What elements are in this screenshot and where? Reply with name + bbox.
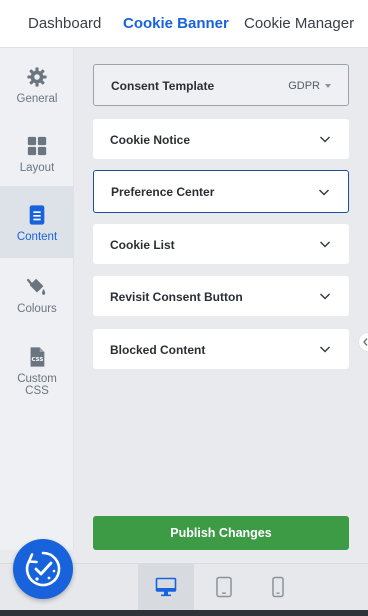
document-icon [29,205,45,225]
tab-cookie-banner[interactable]: Cookie Banner [123,15,229,32]
settings-sidebar: General Layout Content Colours CSS Custo… [0,48,74,550]
consent-template-select[interactable]: Consent Template GDPR [93,64,349,106]
window-bottom-edge [0,610,368,616]
consent-revisit-fab[interactable] [13,539,73,599]
accordion-label: Cookie List [110,238,175,252]
mobile-icon [272,576,284,598]
consent-check-icon [25,551,61,587]
css-file-icon: CSS [30,347,45,367]
chevron-down-icon [319,241,331,248]
tablet-icon [216,576,232,598]
accordion-label: Revisit Consent Button [110,290,243,304]
sidebar-item-layout[interactable]: Layout [0,135,74,174]
publish-changes-button[interactable]: Publish Changes [93,516,349,550]
consent-template-label: Consent Template [111,79,215,93]
sidebar-item-general[interactable]: General [0,66,74,105]
sidebar-item-colours[interactable]: Colours [0,276,74,315]
sidebar-item-content[interactable]: Content [0,186,74,258]
gear-icon [27,67,47,87]
sidebar-item-custom-css[interactable]: CSS Custom CSS [0,346,74,397]
accordion-preference-center[interactable]: Preference Center [93,170,349,213]
accordion-cookie-list[interactable]: Cookie List [93,224,349,264]
accordion-blocked-content[interactable]: Blocked Content [93,329,349,369]
tab-dashboard[interactable]: Dashboard [28,15,101,32]
chevron-down-icon [319,293,331,300]
tab-cookie-manager[interactable]: Cookie Manager [244,15,354,32]
top-navigation: Dashboard Cookie Banner Cookie Manager [0,0,368,48]
paint-bucket-icon [26,278,46,295]
sidebar-item-label: Layout [19,162,55,174]
svg-text:CSS: CSS [32,357,44,363]
accordion-revisit-consent-button[interactable]: Revisit Consent Button [93,276,349,316]
mobile-preview-button[interactable] [250,564,306,610]
desktop-preview-button[interactable] [138,564,194,610]
accordion-label: Preference Center [111,185,215,199]
layout-grid-icon [27,136,47,156]
chevron-left-icon [363,338,368,346]
consent-template-value: GDPR [288,80,320,92]
sidebar-item-label: Custom [17,373,57,385]
sidebar-item-label: General [16,93,58,105]
sidebar-item-label: Colours [17,303,57,315]
chevron-down-icon [318,189,330,196]
accordion-cookie-notice[interactable]: Cookie Notice [93,119,349,159]
desktop-icon [155,577,177,597]
chevron-down-icon [319,346,331,353]
accordion-label: Cookie Notice [110,133,191,147]
caret-down-icon [325,84,331,88]
tablet-preview-button[interactable] [196,564,252,610]
sidebar-item-label: Content [16,231,58,243]
sidebar-item-label: CSS [25,385,49,397]
accordion-label: Blocked Content [110,343,206,357]
chevron-down-icon [319,136,331,143]
